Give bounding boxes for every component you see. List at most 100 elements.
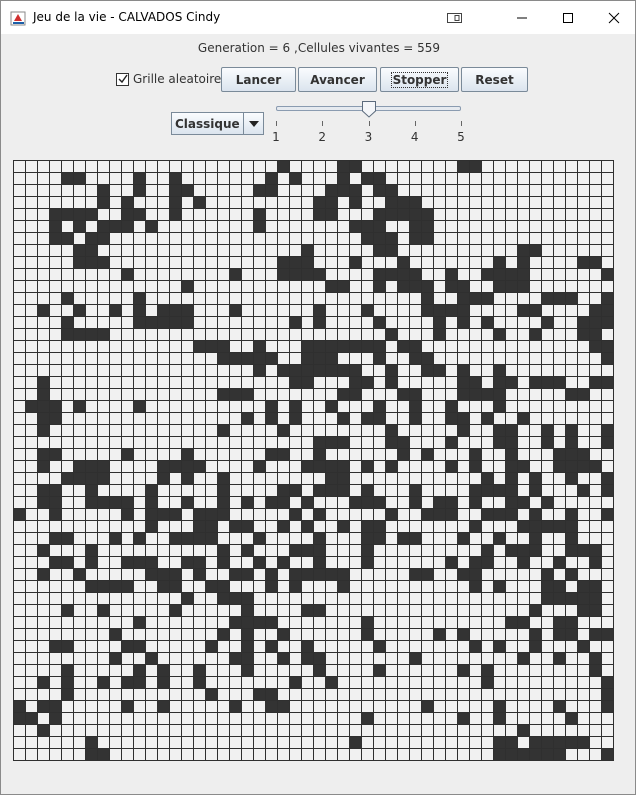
cell-dead[interactable] bbox=[398, 677, 409, 688]
cell-alive[interactable] bbox=[470, 557, 481, 568]
cell-dead[interactable] bbox=[422, 245, 433, 256]
cell-dead[interactable] bbox=[338, 329, 349, 340]
cell-dead[interactable] bbox=[206, 737, 217, 748]
cell-alive[interactable] bbox=[350, 257, 361, 268]
cell-alive[interactable] bbox=[278, 257, 289, 268]
cell-dead[interactable] bbox=[26, 533, 37, 544]
cell-dead[interactable] bbox=[470, 209, 481, 220]
cell-dead[interactable] bbox=[374, 161, 385, 172]
cell-dead[interactable] bbox=[470, 677, 481, 688]
cell-dead[interactable] bbox=[578, 725, 589, 736]
cell-alive[interactable] bbox=[38, 377, 49, 388]
cell-dead[interactable] bbox=[86, 377, 97, 388]
cell-alive[interactable] bbox=[518, 305, 529, 316]
cell-dead[interactable] bbox=[206, 449, 217, 460]
cell-alive[interactable] bbox=[98, 461, 109, 472]
cell-dead[interactable] bbox=[434, 353, 445, 364]
cell-dead[interactable] bbox=[410, 449, 421, 460]
cell-alive[interactable] bbox=[350, 197, 361, 208]
cell-alive[interactable] bbox=[290, 317, 301, 328]
cell-dead[interactable] bbox=[38, 161, 49, 172]
cell-dead[interactable] bbox=[578, 305, 589, 316]
cell-dead[interactable] bbox=[74, 677, 85, 688]
cell-dead[interactable] bbox=[194, 317, 205, 328]
cell-dead[interactable] bbox=[554, 401, 565, 412]
cell-dead[interactable] bbox=[434, 401, 445, 412]
cell-alive[interactable] bbox=[566, 533, 577, 544]
cell-dead[interactable] bbox=[398, 605, 409, 616]
cell-dead[interactable] bbox=[554, 173, 565, 184]
cell-dead[interactable] bbox=[506, 185, 517, 196]
cell-dead[interactable] bbox=[242, 449, 253, 460]
cell-dead[interactable] bbox=[242, 209, 253, 220]
cell-dead[interactable] bbox=[470, 653, 481, 664]
cell-dead[interactable] bbox=[158, 653, 169, 664]
cell-dead[interactable] bbox=[26, 377, 37, 388]
cell-alive[interactable] bbox=[62, 665, 73, 676]
cell-dead[interactable] bbox=[470, 605, 481, 616]
cell-dead[interactable] bbox=[566, 173, 577, 184]
cell-dead[interactable] bbox=[386, 677, 397, 688]
cell-dead[interactable] bbox=[182, 437, 193, 448]
cell-alive[interactable] bbox=[302, 269, 313, 280]
cell-dead[interactable] bbox=[242, 377, 253, 388]
cell-alive[interactable] bbox=[338, 185, 349, 196]
cell-dead[interactable] bbox=[458, 701, 469, 712]
cell-alive[interactable] bbox=[410, 485, 421, 496]
cell-alive[interactable] bbox=[158, 509, 169, 520]
cell-dead[interactable] bbox=[542, 557, 553, 568]
cell-dead[interactable] bbox=[158, 485, 169, 496]
cell-dead[interactable] bbox=[554, 725, 565, 736]
cell-dead[interactable] bbox=[326, 305, 337, 316]
slider-thumb[interactable] bbox=[361, 101, 376, 118]
cell-alive[interactable] bbox=[110, 581, 121, 592]
cell-dead[interactable] bbox=[266, 269, 277, 280]
cell-dead[interactable] bbox=[518, 677, 529, 688]
cell-dead[interactable] bbox=[590, 449, 601, 460]
cell-dead[interactable] bbox=[326, 245, 337, 256]
cell-dead[interactable] bbox=[122, 653, 133, 664]
cell-alive[interactable] bbox=[386, 365, 397, 376]
cell-dead[interactable] bbox=[422, 317, 433, 328]
cell-alive[interactable] bbox=[482, 293, 493, 304]
cell-dead[interactable] bbox=[230, 185, 241, 196]
cell-dead[interactable] bbox=[122, 725, 133, 736]
cell-alive[interactable] bbox=[542, 581, 553, 592]
cell-dead[interactable] bbox=[218, 533, 229, 544]
cell-dead[interactable] bbox=[518, 317, 529, 328]
cell-alive[interactable] bbox=[86, 257, 97, 268]
cell-dead[interactable] bbox=[170, 497, 181, 508]
cell-dead[interactable] bbox=[26, 425, 37, 436]
cell-dead[interactable] bbox=[170, 473, 181, 484]
cell-dead[interactable] bbox=[26, 605, 37, 616]
cell-dead[interactable] bbox=[266, 437, 277, 448]
cell-dead[interactable] bbox=[302, 413, 313, 424]
cell-dead[interactable] bbox=[302, 737, 313, 748]
cell-dead[interactable] bbox=[38, 197, 49, 208]
cell-dead[interactable] bbox=[110, 449, 121, 460]
cell-alive[interactable] bbox=[446, 281, 457, 292]
cell-dead[interactable] bbox=[182, 689, 193, 700]
cell-dead[interactable] bbox=[218, 521, 229, 532]
cell-dead[interactable] bbox=[554, 605, 565, 616]
cell-alive[interactable] bbox=[602, 377, 613, 388]
cell-alive[interactable] bbox=[170, 317, 181, 328]
cell-dead[interactable] bbox=[398, 617, 409, 628]
cell-dead[interactable] bbox=[158, 173, 169, 184]
cell-dead[interactable] bbox=[110, 569, 121, 580]
cell-dead[interactable] bbox=[554, 689, 565, 700]
cell-dead[interactable] bbox=[122, 737, 133, 748]
cell-dead[interactable] bbox=[14, 377, 25, 388]
cell-alive[interactable] bbox=[302, 497, 313, 508]
cell-alive[interactable] bbox=[410, 221, 421, 232]
cell-dead[interactable] bbox=[194, 245, 205, 256]
cell-alive[interactable] bbox=[86, 233, 97, 244]
cell-dead[interactable] bbox=[362, 509, 373, 520]
cell-dead[interactable] bbox=[122, 749, 133, 760]
cell-dead[interactable] bbox=[26, 197, 37, 208]
cell-dead[interactable] bbox=[506, 293, 517, 304]
cell-alive[interactable] bbox=[74, 473, 85, 484]
cell-dead[interactable] bbox=[182, 725, 193, 736]
cell-dead[interactable] bbox=[398, 329, 409, 340]
cell-dead[interactable] bbox=[14, 461, 25, 472]
